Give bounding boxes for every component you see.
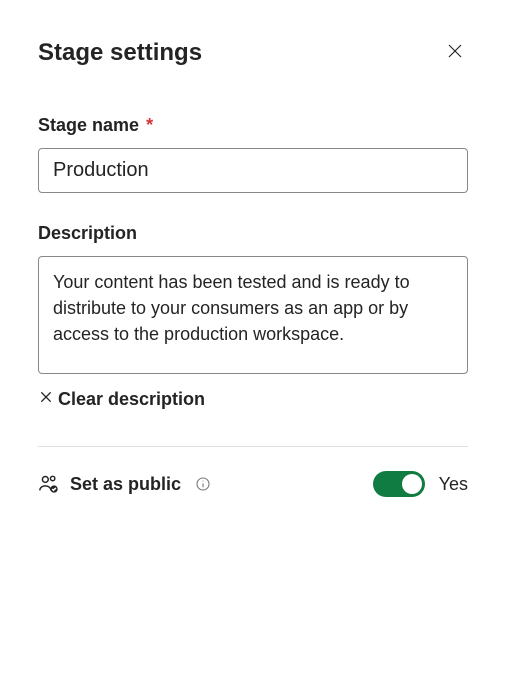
set-public-right: Yes [373,471,468,497]
set-public-left: Set as public [38,473,211,495]
panel-header: Stage settings [38,38,468,67]
close-icon [446,42,464,63]
info-icon[interactable] [195,476,211,492]
description-label: Description [38,223,468,244]
section-divider [38,446,468,447]
stage-name-input[interactable] [38,148,468,193]
set-public-row: Set as public Yes [38,471,468,497]
set-public-toggle[interactable] [373,471,425,497]
clear-icon [38,389,54,410]
stage-name-label: Stage name * [38,115,468,136]
clear-description-label: Clear description [58,389,205,410]
stage-name-label-text: Stage name [38,115,139,135]
clear-description-button[interactable]: Clear description [38,389,205,410]
close-button[interactable] [442,38,468,67]
description-group: Description Clear description [38,223,468,410]
panel-title: Stage settings [38,39,202,67]
stage-name-group: Stage name * [38,115,468,193]
required-indicator: * [146,115,153,135]
people-icon [38,473,60,495]
description-input[interactable] [38,256,468,374]
set-public-label: Set as public [70,474,181,495]
set-public-value: Yes [439,474,468,495]
